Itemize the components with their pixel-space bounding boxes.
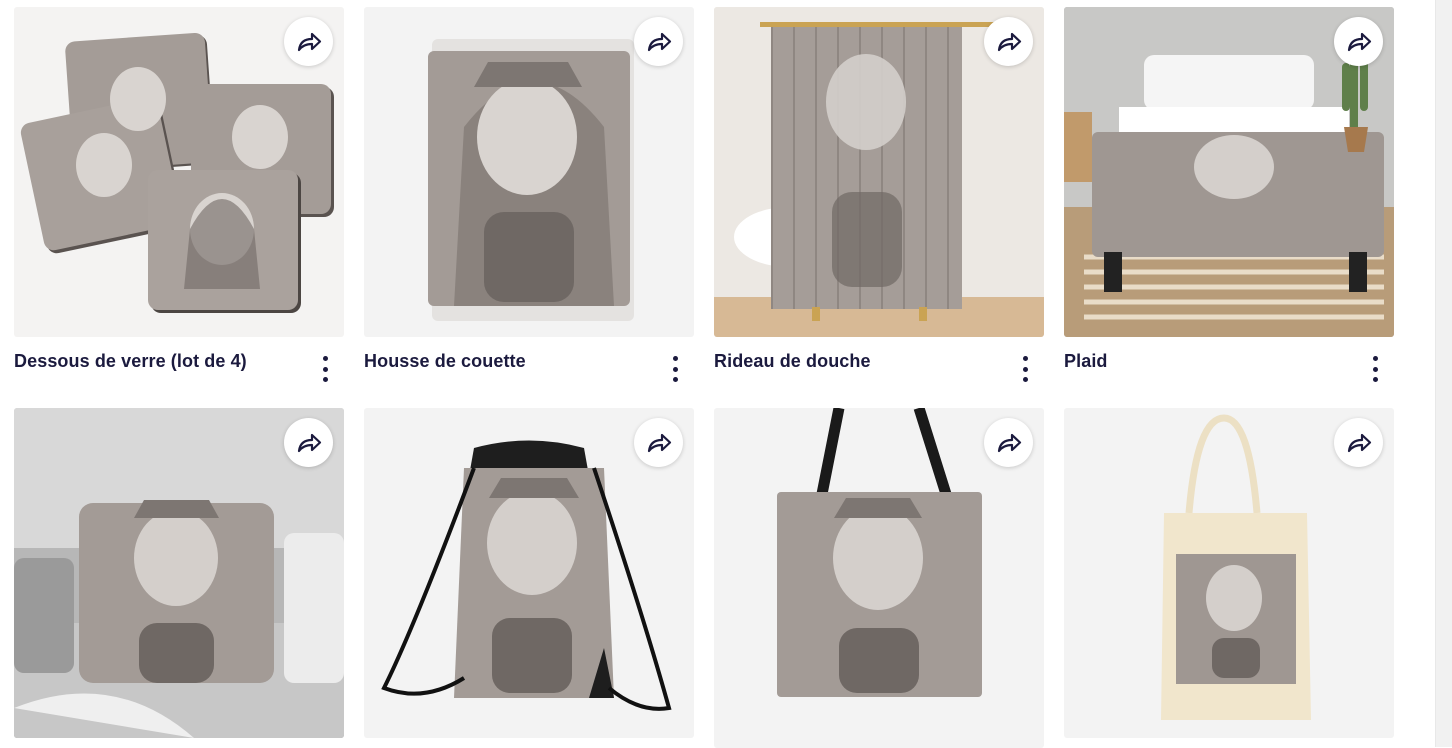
share-arrow-icon [647,433,671,452]
product-card-throw-blanket[interactable]: Plaid [1064,7,1394,408]
share-arrow-icon [297,433,321,452]
product-image-duvet-cover[interactable] [364,7,694,337]
share-button[interactable] [634,418,683,467]
product-card-shower-curtain[interactable]: Rideau de douche [714,7,1044,408]
product-image-coasters[interactable] [14,7,344,337]
product-card-cotton-tote-bag[interactable] [1064,408,1394,748]
product-image-throw-blanket[interactable] [1064,7,1394,337]
product-image-throw-pillow[interactable] [14,408,344,738]
product-grid: Dessous de verre (lot de 4) Housse de co… [14,7,1394,748]
share-button[interactable] [634,17,683,66]
share-button[interactable] [984,418,1033,467]
product-title[interactable]: Dessous de verre (lot de 4) [14,351,344,372]
share-arrow-icon [997,32,1021,51]
product-card-tote-bag[interactable] [714,408,1044,748]
share-button[interactable] [1334,418,1383,467]
vertical-scrollbar[interactable] [1435,0,1452,747]
more-options-button[interactable] [1020,356,1030,382]
share-arrow-icon [997,433,1021,452]
product-card-duvet-cover[interactable]: Housse de couette [364,7,694,408]
more-options-button[interactable] [670,356,680,382]
more-vertical-icon [672,356,678,361]
more-vertical-icon [1372,356,1378,361]
share-arrow-icon [647,32,671,51]
share-arrow-icon [297,32,321,51]
product-image-cotton-tote-bag[interactable] [1064,408,1394,738]
product-card-coasters[interactable]: Dessous de verre (lot de 4) [14,7,344,408]
share-arrow-icon [1347,32,1371,51]
product-card-throw-pillow[interactable] [14,408,344,748]
product-card-drawstring-bag[interactable] [364,408,694,748]
product-title[interactable]: Rideau de douche [714,351,1044,372]
product-title[interactable]: Housse de couette [364,351,694,372]
product-image-shower-curtain[interactable] [714,7,1044,337]
share-arrow-icon [1347,433,1371,452]
share-button[interactable] [1334,17,1383,66]
more-vertical-icon [1022,356,1028,361]
product-image-tote-bag[interactable] [714,408,1044,748]
product-title[interactable]: Plaid [1064,351,1394,372]
share-button[interactable] [984,17,1033,66]
more-options-button[interactable] [320,356,330,382]
more-options-button[interactable] [1370,356,1380,382]
share-button[interactable] [284,17,333,66]
product-image-drawstring-bag[interactable] [364,408,694,738]
more-vertical-icon [322,356,328,361]
share-button[interactable] [284,418,333,467]
